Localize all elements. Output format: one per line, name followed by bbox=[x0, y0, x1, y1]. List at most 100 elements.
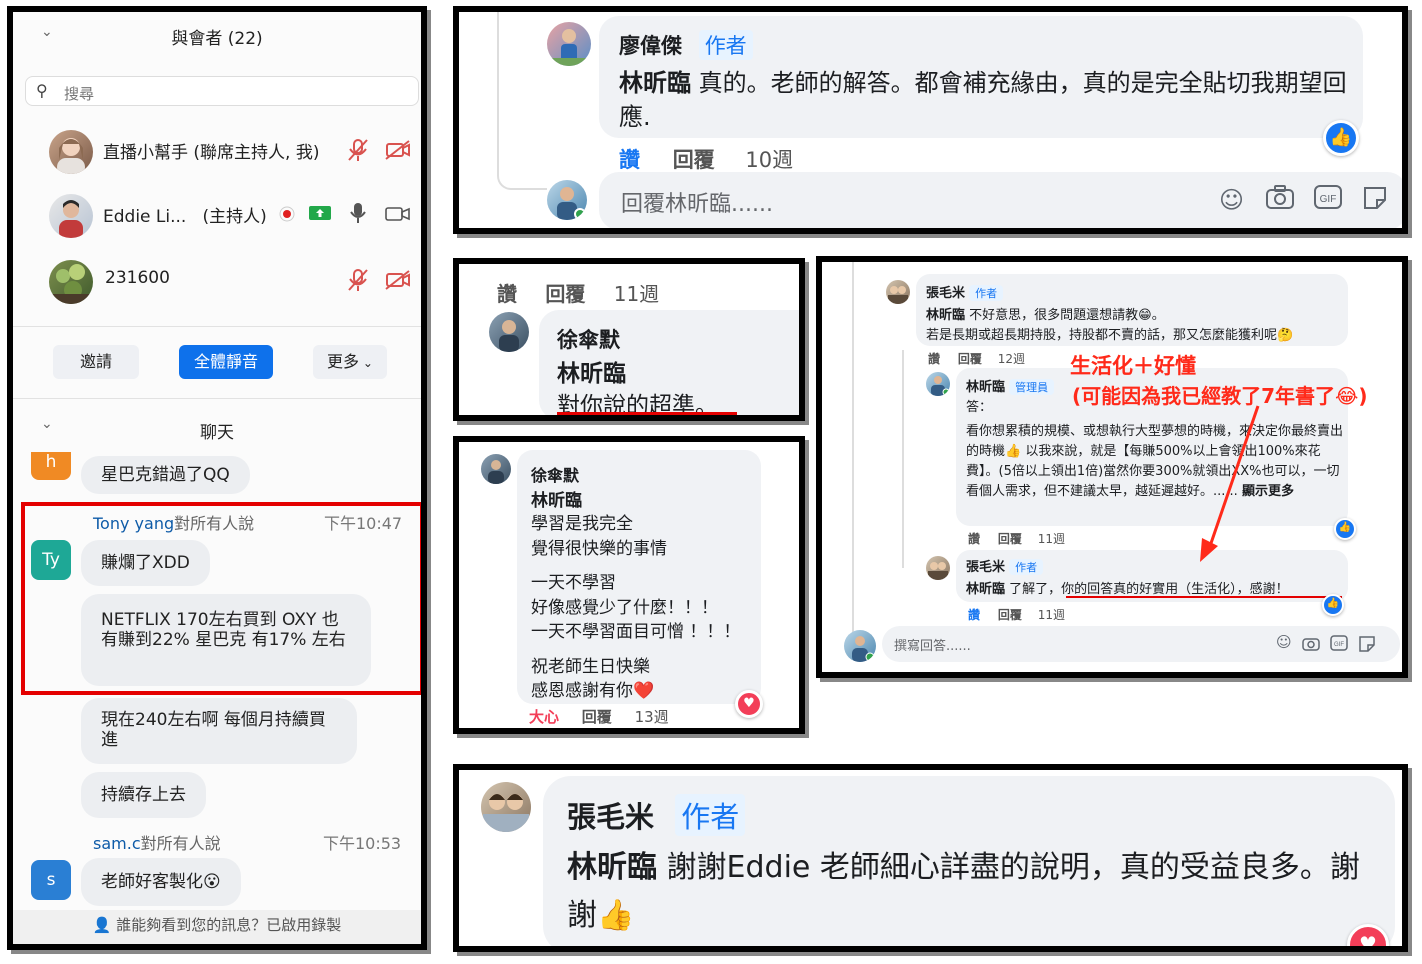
svg-text:GIF: GIF bbox=[1334, 642, 1344, 648]
avatar bbox=[547, 180, 587, 220]
participants-header[interactable]: ⌄ 與會者 (22) bbox=[13, 24, 421, 49]
like-link[interactable]: 讚 bbox=[619, 148, 640, 172]
comment-line: 謝👍 bbox=[567, 898, 635, 933]
avatar: Ty bbox=[31, 540, 71, 580]
commenter-name[interactable]: 張毛米 bbox=[567, 800, 654, 834]
like-link[interactable]: 讚 bbox=[968, 608, 980, 622]
reply-link[interactable]: 回覆 bbox=[673, 148, 715, 172]
commenter-name[interactable]: 徐傘默 bbox=[557, 324, 620, 354]
avatar[interactable] bbox=[481, 454, 511, 484]
avatar[interactable] bbox=[926, 372, 950, 396]
avatar[interactable] bbox=[926, 556, 950, 580]
sender-name[interactable]: Tony yang bbox=[93, 514, 174, 533]
comment-line: 祝老師生日快樂 bbox=[531, 656, 650, 677]
avatar bbox=[49, 194, 93, 238]
gif-icon[interactable]: GIF bbox=[1313, 184, 1343, 214]
mention-link[interactable]: 林昕臨 bbox=[966, 582, 1005, 597]
comment-time[interactable]: 10週 bbox=[745, 148, 793, 172]
reply-input[interactable]: 回覆林昕臨...... ☺ GIF bbox=[599, 172, 1402, 228]
comment-time[interactable]: 11週 bbox=[614, 282, 659, 306]
comment-line-gap bbox=[531, 645, 740, 655]
like-link[interactable]: 讚 bbox=[928, 352, 940, 366]
chat-sender: sam.c對所有人說 bbox=[93, 830, 221, 854]
commenter-name[interactable]: 張毛米 bbox=[966, 560, 1005, 575]
fb-comment-panel-a: 廖偉傑 作者 林昕臨 真的。老師的解答。都會補充緣由，真的是完全貼切我期望回應.… bbox=[453, 6, 1408, 234]
comment-time[interactable]: 12週 bbox=[998, 352, 1025, 366]
commenter-name[interactable]: 張毛米 bbox=[926, 286, 965, 301]
comment-time[interactable]: 13週 bbox=[635, 708, 669, 726]
chat-message: 賺爛了XDD bbox=[81, 540, 210, 586]
comment-line: 林昕臨 了解了，你的回答真的好實用（生活化），感謝！ bbox=[966, 578, 1289, 597]
mention-link[interactable]: 林昕臨 bbox=[567, 850, 657, 885]
mention-link[interactable]: 林昕臨 bbox=[926, 308, 965, 323]
search-input[interactable]: ⚲ 搜尋 bbox=[25, 76, 419, 106]
comment-bubble: 徐傘默 林昕臨 對你說的超準。 bbox=[539, 310, 799, 415]
reply-placeholder: 撰寫回答...... bbox=[894, 639, 971, 654]
gif-icon[interactable]: GIF bbox=[1330, 635, 1348, 655]
heart-reaction-icon[interactable]: ♥ bbox=[735, 690, 763, 718]
comment-actions: 讚 回覆 11週 bbox=[497, 278, 659, 307]
fb-comment-panel-c: 徐傘默 林昕臨 學習是我完全 覺得很快樂的事情 一天不學習 好像感覺少了什麼！！… bbox=[453, 436, 805, 734]
participant-row[interactable]: 231600 bbox=[13, 254, 421, 310]
reply-link[interactable]: 回覆 bbox=[545, 282, 585, 306]
comment-body: 學習是我完全 覺得很快樂的事情 一天不學習 好像感覺少了什麼！！！ 一天不學習面… bbox=[531, 512, 740, 704]
comment-body: 了解了， bbox=[1009, 582, 1062, 597]
chat-privacy-footer[interactable]: 👤 誰能夠看到您的訊息？已啟用錄製 bbox=[13, 910, 421, 944]
mute-all-button[interactable]: 全體靜音 bbox=[179, 345, 273, 379]
avatar bbox=[844, 630, 876, 662]
like-reaction-icon[interactable]: 👍 bbox=[1322, 594, 1344, 616]
sticker-icon[interactable] bbox=[1361, 184, 1389, 216]
emoji-icon[interactable]: ☺ bbox=[1219, 186, 1244, 214]
share-screen-icon bbox=[309, 204, 331, 226]
love-reaction-link[interactable]: 大心 bbox=[529, 708, 559, 726]
comment-time[interactable]: 11週 bbox=[1038, 608, 1065, 622]
mention-link[interactable]: 林昕臨 bbox=[619, 69, 691, 97]
mention-link[interactable]: 林昕臨 bbox=[531, 486, 582, 511]
commenter-name[interactable]: 林昕臨 bbox=[966, 380, 1005, 395]
reply-link[interactable]: 回覆 bbox=[998, 608, 1022, 622]
thread-line bbox=[497, 12, 547, 190]
avatar[interactable] bbox=[481, 782, 531, 832]
like-reaction-icon[interactable]: 👍 bbox=[1334, 518, 1356, 540]
participant-row[interactable]: Eddie Li... (主持人) bbox=[13, 188, 421, 244]
video-off-icon[interactable] bbox=[385, 270, 411, 295]
reply-link[interactable]: 回覆 bbox=[582, 708, 612, 726]
avatar[interactable] bbox=[886, 280, 910, 304]
emoji-icon[interactable]: ☺ bbox=[1276, 633, 1292, 651]
video-icon[interactable] bbox=[385, 206, 411, 226]
comment-line: 感恩感謝有你❤️ bbox=[531, 681, 655, 701]
participant-name: Eddie Li... bbox=[103, 207, 187, 227]
avatar bbox=[49, 130, 93, 174]
reply-input[interactable]: 撰寫回答...... ☺ GIF bbox=[882, 626, 1400, 662]
avatar[interactable] bbox=[489, 312, 529, 352]
camera-icon[interactable] bbox=[1265, 184, 1295, 214]
participant-row[interactable]: 直播小幫手 (聯席主持人, 我) bbox=[13, 124, 421, 180]
reply-link[interactable]: 回覆 bbox=[958, 352, 982, 366]
commenter-name[interactable]: 徐傘默 bbox=[531, 462, 579, 486]
mic-muted-icon[interactable] bbox=[347, 138, 369, 167]
mention-link[interactable]: 林昕臨 bbox=[557, 354, 626, 388]
participant-name: 231600 bbox=[105, 268, 170, 288]
mic-muted-icon[interactable] bbox=[347, 268, 369, 297]
like-link[interactable]: 讚 bbox=[968, 532, 980, 546]
comment-header: 林昕臨 管理員 bbox=[966, 376, 1055, 395]
commenter-name[interactable]: 廖偉傑 bbox=[619, 34, 682, 58]
mic-icon[interactable] bbox=[349, 201, 367, 229]
sender-name[interactable]: sam.c bbox=[93, 834, 141, 853]
author-badge: 作者 bbox=[1009, 559, 1044, 575]
comment-line-gap bbox=[531, 561, 740, 571]
recording-icon bbox=[279, 206, 295, 227]
reply-link[interactable]: 回覆 bbox=[998, 532, 1022, 546]
video-off-icon[interactable] bbox=[385, 140, 411, 165]
camera-icon[interactable] bbox=[1302, 635, 1320, 655]
comment-time[interactable]: 11週 bbox=[1038, 532, 1065, 546]
like-link[interactable]: 讚 bbox=[497, 282, 517, 306]
comment-line: 學習是我完全 bbox=[531, 514, 633, 534]
invite-button[interactable]: 邀請 bbox=[53, 345, 139, 379]
sticker-icon[interactable] bbox=[1358, 635, 1376, 657]
comment-bubble: 張毛米 作者 林昕臨 了解了，你的回答真的好實用（生活化），感謝！ bbox=[956, 550, 1348, 602]
avatar[interactable] bbox=[547, 22, 591, 66]
chevron-down-icon[interactable]: ⌄ bbox=[41, 24, 53, 40]
more-button[interactable]: 更多 ⌄ bbox=[313, 345, 387, 379]
like-reaction-icon[interactable]: 👍 bbox=[1323, 120, 1359, 156]
